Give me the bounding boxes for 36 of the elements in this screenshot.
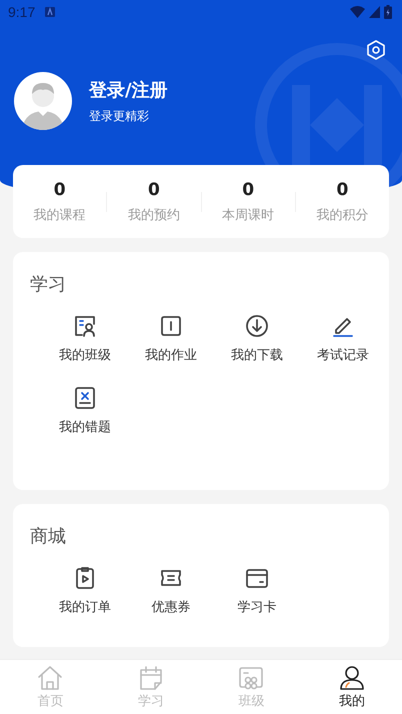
menu-label[interactable]: 我的作业 xyxy=(145,346,197,364)
login-register-link[interactable]: 登录/注册 xyxy=(89,78,168,102)
avatar-icon[interactable] xyxy=(14,72,72,130)
stat-label: 我的课程 xyxy=(34,206,86,224)
battery-icon xyxy=(384,5,392,19)
settings-icon[interactable] xyxy=(367,40,385,60)
stat-label: 我的预约 xyxy=(128,206,180,224)
class-icon[interactable] xyxy=(74,314,96,338)
stat-label: 本周课时 xyxy=(222,206,274,224)
notification-icon xyxy=(45,7,56,17)
card-icon[interactable] xyxy=(246,566,268,590)
profile-subtitle: 登录更精彩 xyxy=(89,108,150,124)
calendar-tab-icon xyxy=(138,664,164,690)
menu-label[interactable]: 我的班级 xyxy=(59,346,111,364)
signal-icon xyxy=(369,6,380,18)
home-tab-icon xyxy=(37,664,64,690)
stat-value: 0 xyxy=(54,180,66,200)
menu-label[interactable]: 我的下载 xyxy=(231,346,283,364)
section-title: 商城 xyxy=(30,525,66,548)
order-icon[interactable] xyxy=(74,566,96,590)
menu-label[interactable]: 考试记录 xyxy=(317,346,369,364)
tab[interactable]: 我的 xyxy=(302,660,402,714)
menu-label[interactable]: 优惠券 xyxy=(152,598,190,616)
stat-label: 我的积分 xyxy=(316,206,368,224)
stat-value: 0 xyxy=(242,180,254,200)
menu-label[interactable]: 我的订单 xyxy=(59,598,111,616)
person-tab-icon xyxy=(338,664,365,690)
section-title: 学习 xyxy=(30,273,66,296)
download-icon[interactable] xyxy=(246,314,268,338)
menu-label[interactable]: 学习卡 xyxy=(238,598,276,616)
stat-value: 0 xyxy=(336,180,348,200)
status-time: 9:17 xyxy=(8,4,36,20)
wifi-icon xyxy=(350,6,365,18)
class-tab-icon xyxy=(238,664,264,690)
menu-label[interactable]: 我的错题 xyxy=(59,418,111,436)
stat-value: 0 xyxy=(148,180,160,200)
